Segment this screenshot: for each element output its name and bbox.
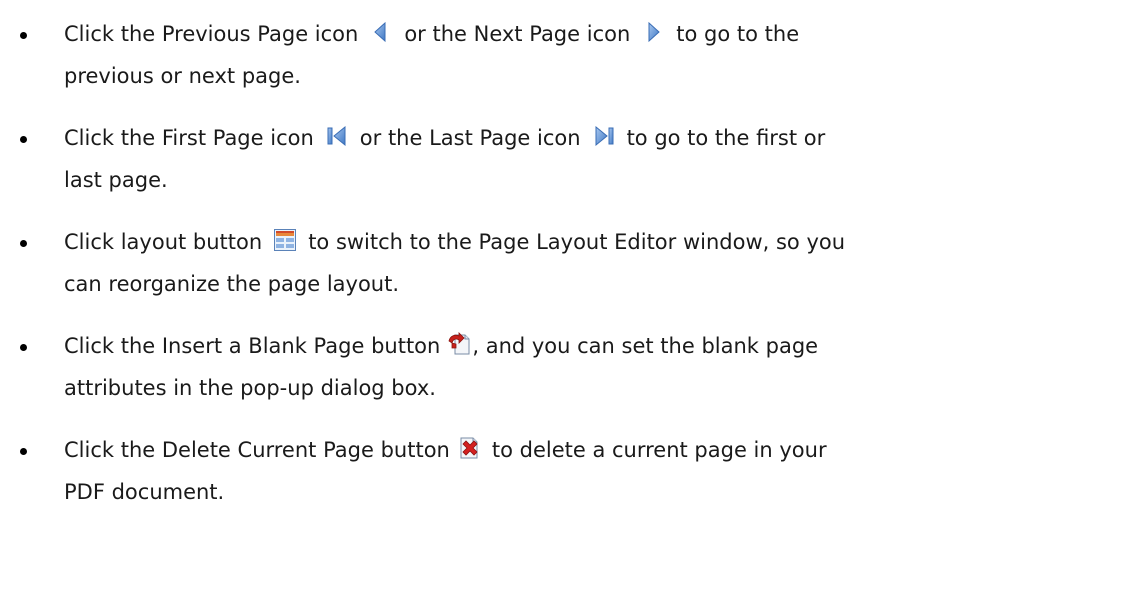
- last-page-icon: [591, 123, 617, 149]
- list-item: Click the Previous Page icon or the Next…: [0, 13, 1126, 97]
- bullet-icon: [20, 32, 27, 39]
- item-text: Click the First Page icon: [64, 126, 314, 150]
- bullet-icon: [20, 240, 27, 247]
- item-text: or the Last Page icon: [359, 126, 581, 150]
- previous-page-icon: [368, 19, 394, 45]
- item-text: or the Next Page icon: [404, 22, 631, 46]
- item-text: to delete a current page in your: [491, 438, 827, 462]
- item-text-line2: attributes in the pop-up dialog box.: [64, 376, 436, 400]
- item-text: Click the Previous Page icon: [64, 22, 359, 46]
- list-item: Click the First Page icon or the Last Pa…: [0, 117, 1126, 201]
- item-text: Click the Delete Current Page button: [64, 438, 450, 462]
- item-text: Click the Insert a Blank Page button: [64, 334, 441, 358]
- item-text: to go to the first or: [626, 126, 826, 150]
- item-text-line2: previous or next page.: [64, 64, 301, 88]
- list-item: Click the Insert a Blank Page button , a…: [0, 325, 1126, 409]
- item-text-line2: PDF document.: [64, 480, 225, 504]
- item-text: , and you can set the blank page: [472, 334, 819, 358]
- delete-page-icon: [456, 435, 482, 461]
- item-text: to switch to the Page Layout Editor wind…: [308, 230, 846, 254]
- instruction-list: Click the Previous Page icon or the Next…: [0, 13, 1126, 533]
- document-page: Click the Previous Page icon or the Next…: [0, 0, 1126, 603]
- item-text-line2: can reorganize the page layout.: [64, 272, 400, 296]
- next-page-icon: [640, 19, 666, 45]
- bullet-icon: [20, 136, 27, 143]
- item-text-line2: last page.: [64, 168, 168, 192]
- list-item: Click layout button to switch to the Pag…: [0, 221, 1126, 305]
- insert-blank-page-icon: [446, 331, 472, 357]
- page-layout-icon: [272, 227, 298, 253]
- item-text: Click layout button: [64, 230, 263, 254]
- bullet-icon: [20, 448, 27, 455]
- list-item: Click the Delete Current Page button to …: [0, 429, 1126, 513]
- item-text: to go to the: [676, 22, 800, 46]
- first-page-icon: [324, 123, 350, 149]
- bullet-icon: [20, 344, 27, 351]
